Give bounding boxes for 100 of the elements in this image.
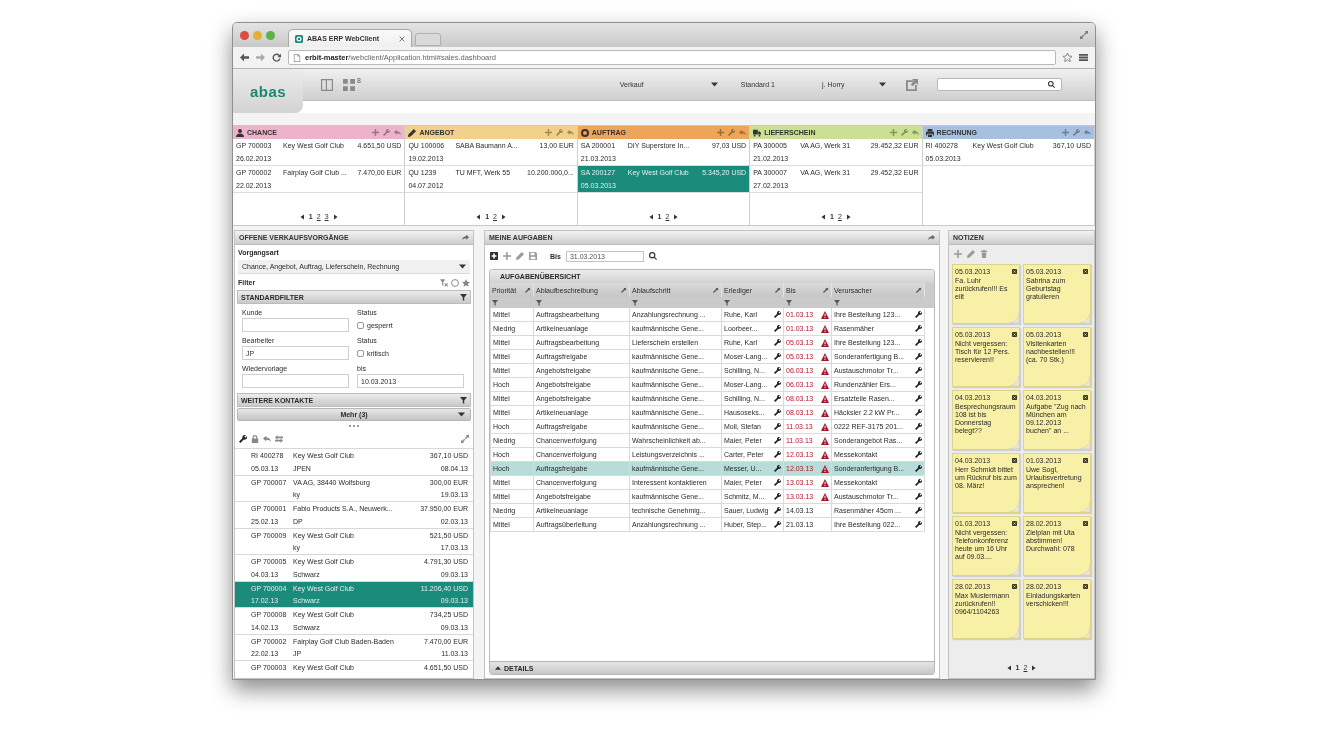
sort-arrow-icon[interactable] [775,287,781,293]
fullscreen-icon[interactable] [1080,31,1088,39]
filter-icon[interactable] [492,299,498,306]
next-page-icon[interactable] [673,213,679,220]
star-icon[interactable] [462,278,470,287]
delete-icon[interactable] [1012,395,1017,400]
printer-icon [925,128,934,137]
previous-page-icon[interactable] [648,213,654,220]
checkbox[interactable] [357,321,364,329]
folded-corner-icon [1080,313,1090,323]
warning-icon [821,380,829,389]
menu-icon[interactable] [1079,53,1088,62]
search-icon[interactable] [648,252,657,260]
warning-icon [821,338,829,347]
grid-icon[interactable] [343,78,355,91]
sort-arrow-icon[interactable] [525,287,531,293]
folded-corner-icon [1080,376,1090,386]
delete-icon[interactable] [1012,584,1017,589]
next-page-icon[interactable] [845,213,851,220]
warning-icon [821,422,829,431]
pencil-icon[interactable] [516,252,524,260]
app-favicon-icon [295,34,303,43]
delete-icon[interactable] [1083,521,1088,526]
warning-icon [821,310,829,319]
previous-page-icon[interactable] [299,213,305,220]
folded-corner-icon [1009,628,1019,638]
curved-arrow-icon[interactable] [263,435,271,443]
warning-icon [821,366,829,375]
folded-corner-icon [1080,502,1090,512]
warning-icon [821,408,829,417]
caret-icon [879,81,886,88]
folded-corner-icon [1009,502,1019,512]
warning-icon [821,450,829,459]
delete-icon[interactable] [1012,269,1017,274]
next-page-icon[interactable] [501,213,506,220]
checkbox[interactable] [357,349,364,357]
folded-corner-icon [1080,628,1090,638]
pencil-icon [408,128,417,137]
warning-icon [821,352,829,361]
bookmark-star-icon[interactable] [1063,53,1072,62]
caret-icon [459,263,466,270]
input-field[interactable] [242,318,349,332]
curved-arrow-icon[interactable] [462,234,469,241]
plus-icon[interactable] [503,252,511,260]
add-box-icon[interactable] [490,252,498,260]
save-icon[interactable] [529,252,537,260]
warning-icon [821,394,829,403]
folded-corner-icon [1009,439,1019,449]
sort-arrow-icon[interactable] [823,287,829,293]
lock-icon[interactable] [251,435,259,443]
ring-icon [580,128,589,137]
warning-icon [821,324,829,333]
filter-icon[interactable] [632,299,638,306]
wrench-icon[interactable] [239,435,247,443]
caret-icon [458,411,465,418]
warning-icon [821,492,829,501]
folded-corner-icon [1080,565,1090,575]
sort-arrow-icon[interactable] [713,287,719,293]
search-field[interactable] [937,78,1062,91]
delete-icon[interactable] [1083,269,1088,274]
clear-filter-icon[interactable] [440,278,448,287]
filter-icon[interactable] [536,299,542,306]
delete-icon[interactable] [1083,584,1088,589]
filter-icon[interactable] [786,299,792,306]
person-icon [236,128,244,137]
sort-arrow-icon[interactable] [621,287,627,293]
delete-icon[interactable] [1083,395,1088,400]
reload-icon[interactable] [272,53,281,62]
folded-corner-icon [1009,313,1019,323]
filter-icon[interactable] [460,396,467,404]
back-icon[interactable] [240,53,249,62]
folded-corner-icon [1080,439,1090,449]
sort-arrow-icon[interactable] [916,287,922,293]
filter-icon[interactable] [834,299,840,306]
delete-icon[interactable] [1083,332,1088,337]
delete-icon[interactable] [1083,458,1088,463]
filter-icon[interactable] [460,293,467,301]
layout-panel-icon[interactable] [321,78,333,91]
close-tab-icon[interactable] [399,35,405,42]
previous-page-icon[interactable] [476,213,482,220]
close-window-icon[interactable] [240,30,249,40]
previous-page-icon[interactable] [1006,664,1012,671]
input-field[interactable] [242,374,349,388]
next-page-icon[interactable] [1031,664,1037,671]
next-page-icon[interactable] [332,213,338,220]
expand-icon[interactable] [461,435,469,443]
previous-page-icon[interactable] [821,213,826,220]
search-icon[interactable] [1048,81,1055,88]
warning-icon [821,464,829,473]
caret-icon [710,81,718,88]
folded-corner-icon [1009,376,1019,386]
delete-icon[interactable] [1012,521,1017,526]
filter-icon[interactable] [724,299,730,306]
delete-icon[interactable] [1012,458,1017,463]
warning-icon [821,436,829,445]
curved-arrow-icon[interactable] [928,234,935,241]
truck-icon [753,128,762,137]
popout-icon[interactable] [906,78,918,91]
delete-icon[interactable] [1012,332,1017,337]
swap-arrows-icon[interactable] [275,435,283,443]
